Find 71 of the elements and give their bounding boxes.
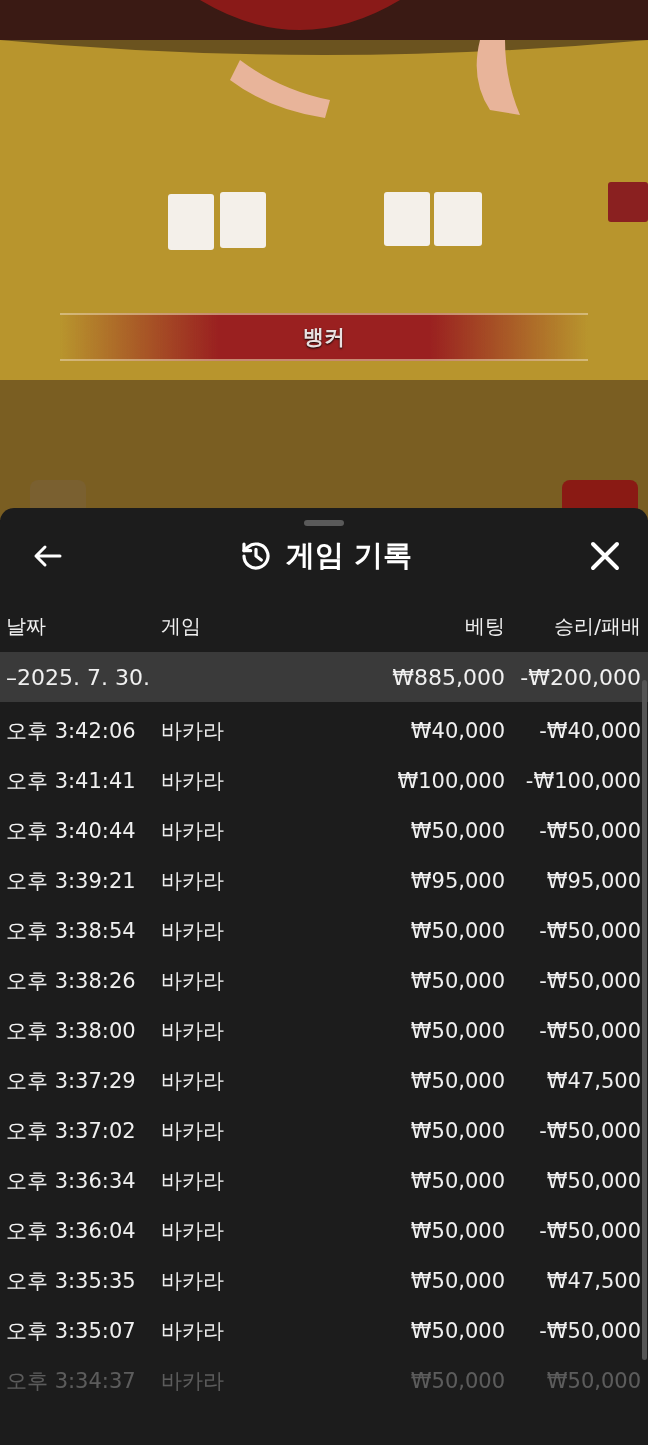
column-header: 베팅 xyxy=(464,613,505,640)
table-cell-text: 오후 3:37:02 xyxy=(6,1118,137,1145)
table-cell-text: 바카라 xyxy=(161,1018,225,1045)
table-cell-text: ₩50,000 xyxy=(409,969,505,993)
table-cell-text: 바카라 xyxy=(161,1218,225,1245)
table-cell-text: -₩50,000 xyxy=(538,1319,641,1343)
table-cell-text: 바카라 xyxy=(161,1118,225,1145)
table-cell-text: 오후 3:40:44 xyxy=(6,818,137,845)
table-cell-text: 오후 3:38:00 xyxy=(6,1018,137,1045)
table-cell-text: 오후 3:42:06 xyxy=(6,718,137,745)
table-cell-text: ₩47,500 xyxy=(545,1269,641,1293)
table-cell-text: ₩50,000 xyxy=(409,1169,505,1193)
table-cell-text: 바카라 xyxy=(161,1068,225,1095)
back-button[interactable] xyxy=(32,544,62,568)
sheet-title: 게임 기록 xyxy=(285,537,413,574)
table-cell-text: ₩50,000 xyxy=(409,819,505,843)
table-cell-text: 바카라 xyxy=(161,1318,225,1345)
table-cell-text: 바카라 xyxy=(161,968,225,995)
table-cell-text: 오후 3:41:41 xyxy=(6,768,137,795)
table-cell-text: ₩100,000 xyxy=(396,769,505,793)
table-cell-text: ₩50,000 xyxy=(409,1069,505,1093)
table-cell-text: ₩50,000 xyxy=(545,1169,641,1193)
table-cell-text: 바카라 xyxy=(161,1368,225,1395)
column-header: 승리/패배 xyxy=(553,613,641,640)
table-cell-text: -₩50,000 xyxy=(538,1219,641,1243)
table-cell-text: 바카라 xyxy=(161,718,225,745)
table-cell-text: -₩50,000 xyxy=(538,969,641,993)
group-bet-total: ₩885,000 xyxy=(391,664,505,690)
table-cell-text: 오후 3:34:37 xyxy=(6,1368,137,1395)
table-cell-text: ₩95,000 xyxy=(409,869,505,893)
table-cell-text: 바카라 xyxy=(161,1168,225,1195)
history-icon xyxy=(239,540,272,572)
table-cell-text: -₩50,000 xyxy=(538,1119,641,1143)
table-cell-text: ₩50,000 xyxy=(409,1369,505,1393)
table-cell-text: 오후 3:35:07 xyxy=(6,1318,137,1345)
table-cell-text: 오후 3:36:04 xyxy=(6,1218,137,1245)
table-cell-text: 바카라 xyxy=(161,868,225,895)
table-cell-text: 오후 3:36:34 xyxy=(6,1168,137,1195)
column-header: 게임 xyxy=(161,613,202,640)
table-cell-text: 바카라 xyxy=(161,818,225,845)
table-cell-text: -₩50,000 xyxy=(538,1019,641,1043)
table-cell-text: 바카라 xyxy=(161,1268,225,1295)
table-cell-text: -₩100,000 xyxy=(524,769,641,793)
group-result-total: -₩200,000 xyxy=(519,664,641,690)
table-cell-text: ₩50,000 xyxy=(545,1369,641,1393)
table-cell-text: ₩50,000 xyxy=(409,1019,505,1043)
table-cell-text: 오후 3:37:29 xyxy=(6,1068,137,1095)
table-cell-text: ₩50,000 xyxy=(409,1269,505,1293)
table-cell-text: -₩50,000 xyxy=(538,819,641,843)
table-cell-text: 바카라 xyxy=(161,768,225,795)
table-cell-text: -₩40,000 xyxy=(538,719,641,743)
date-group-row[interactable]: –2025. 7. 30. ₩885,000 -₩200,000 xyxy=(0,652,648,702)
close-button[interactable] xyxy=(590,541,620,571)
table-cell-text: ₩50,000 xyxy=(409,1219,505,1243)
table-cell-text: -₩50,000 xyxy=(538,919,641,943)
table-cell-text: 오후 3:38:54 xyxy=(6,918,137,945)
table-cell-text: 오후 3:39:21 xyxy=(6,868,137,895)
table-cell-text: ₩50,000 xyxy=(409,919,505,943)
table-cell-text: ₩50,000 xyxy=(409,1319,505,1343)
table-cell-text: 오후 3:35:35 xyxy=(6,1268,137,1295)
drag-handle[interactable] xyxy=(304,520,344,526)
table-cell-text: ₩95,000 xyxy=(545,869,641,893)
table-cell-text: ₩47,500 xyxy=(545,1069,641,1093)
scrollbar[interactable] xyxy=(642,680,647,1360)
group-date: –2025. 7. 30. xyxy=(6,664,151,690)
column-header: 날짜 xyxy=(6,613,47,640)
table-cell-text: ₩50,000 xyxy=(409,1119,505,1143)
result-banner: 뱅커 xyxy=(60,313,588,361)
table-cell-text: 오후 3:38:26 xyxy=(6,968,137,995)
table-cell-text: 바카라 xyxy=(161,918,225,945)
table-cell-text: ₩40,000 xyxy=(409,719,505,743)
